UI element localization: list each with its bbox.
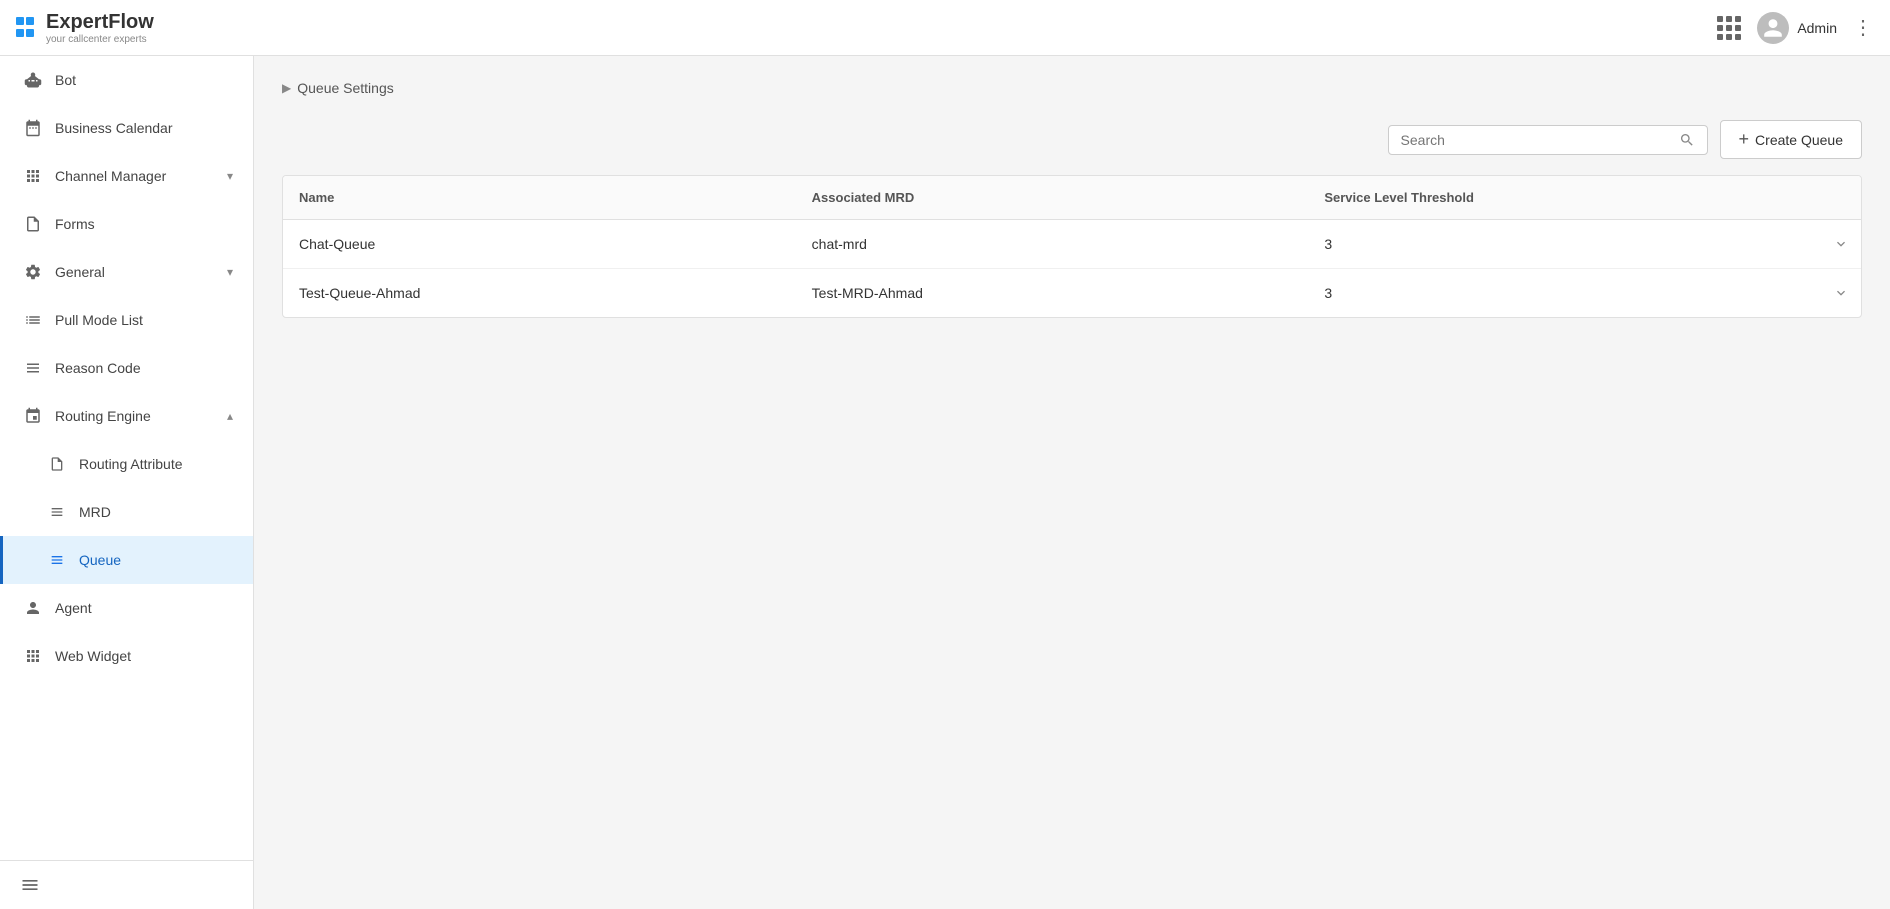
chevron-up-icon: ▴: [227, 409, 233, 423]
cell-name-0: Chat-Queue: [283, 220, 796, 268]
search-box[interactable]: [1388, 125, 1708, 155]
sidebar-item-mrd[interactable]: MRD: [0, 488, 253, 536]
sidebar-bottom-menu[interactable]: [0, 860, 253, 909]
app-header: ExpertFlow your callcenter experts Admin…: [0, 0, 1890, 56]
avatar: [1757, 12, 1789, 44]
plus-icon: +: [1739, 129, 1750, 150]
sidebar-label-routing-engine: Routing Engine: [55, 408, 215, 424]
queue-table: Name Associated MRD Service Level Thresh…: [282, 175, 1862, 318]
web-widget-icon: [23, 646, 43, 666]
main-content: ▶ Queue Settings + Create Queue Name Ass…: [254, 56, 1890, 909]
apps-grid-icon[interactable]: [1717, 16, 1741, 40]
routing-attr-icon: [47, 454, 67, 474]
cell-threshold-0: 3: [1308, 220, 1821, 268]
sidebar-label-pull-mode-list: Pull Mode List: [55, 312, 233, 328]
table-row: Chat-Queue chat-mrd 3: [283, 220, 1861, 269]
sidebar-item-forms[interactable]: Forms: [0, 200, 253, 248]
breadcrumb-current: Queue Settings: [297, 80, 394, 96]
sidebar-label-bot: Bot: [55, 72, 233, 88]
create-queue-button[interactable]: + Create Queue: [1720, 120, 1862, 159]
admin-username: Admin: [1797, 20, 1837, 36]
logo-icon: [16, 17, 38, 39]
table-row: Test-Queue-Ahmad Test-MRD-Ahmad 3: [283, 269, 1861, 317]
channel-icon: [23, 166, 43, 186]
logo-text: ExpertFlow your callcenter experts: [46, 11, 154, 45]
header-right: Admin ⋮: [1717, 12, 1874, 44]
sidebar-label-routing-attribute: Routing Attribute: [79, 456, 233, 472]
logo-tagline: your callcenter experts: [46, 34, 154, 45]
chevron-down-icon: ▾: [227, 265, 233, 279]
chevron-down-icon: ▾: [227, 169, 233, 183]
sidebar-item-reason-code[interactable]: Reason Code: [0, 344, 253, 392]
sidebar-item-routing-engine[interactable]: Routing Engine ▴: [0, 392, 253, 440]
general-icon: [23, 262, 43, 282]
sidebar: Bot Business Calendar Channel Manager ▾ …: [0, 56, 254, 909]
sidebar-label-forms: Forms: [55, 216, 233, 232]
expand-row-1-button[interactable]: [1821, 285, 1861, 301]
cell-mrd-1: Test-MRD-Ahmad: [796, 269, 1309, 317]
sidebar-label-channel-manager: Channel Manager: [55, 168, 215, 184]
col-expand: [1821, 176, 1861, 219]
sidebar-item-pull-mode-list[interactable]: Pull Mode List: [0, 296, 253, 344]
search-input[interactable]: [1401, 132, 1671, 148]
cell-threshold-1: 3: [1308, 269, 1821, 317]
agent-icon: [23, 598, 43, 618]
sidebar-item-routing-attribute[interactable]: Routing Attribute: [0, 440, 253, 488]
toolbar: + Create Queue: [282, 120, 1862, 159]
search-icon: [1679, 132, 1695, 148]
breadcrumb: ▶ Queue Settings: [282, 80, 1862, 96]
more-options-icon[interactable]: ⋮: [1853, 15, 1874, 40]
sidebar-label-web-widget: Web Widget: [55, 648, 233, 664]
logo-brand: ExpertFlow: [46, 11, 154, 34]
sidebar-item-general[interactable]: General ▾: [0, 248, 253, 296]
user-menu[interactable]: Admin: [1757, 12, 1837, 44]
expand-row-0-button[interactable]: [1821, 236, 1861, 252]
forms-icon: [23, 214, 43, 234]
mrd-icon: [47, 502, 67, 522]
sidebar-item-business-calendar[interactable]: Business Calendar: [0, 104, 253, 152]
list-icon: [23, 310, 43, 330]
queue-icon: [47, 550, 67, 570]
col-name: Name: [283, 176, 796, 219]
sidebar-label-reason-code: Reason Code: [55, 360, 233, 376]
breadcrumb-arrow-icon: ▶: [282, 81, 291, 95]
sidebar-label-mrd: MRD: [79, 504, 233, 520]
sidebar-item-channel-manager[interactable]: Channel Manager ▾: [0, 152, 253, 200]
sidebar-label-queue: Queue: [79, 552, 233, 568]
create-queue-label: Create Queue: [1755, 132, 1843, 148]
sidebar-label-business-calendar: Business Calendar: [55, 120, 233, 136]
reason-icon: [23, 358, 43, 378]
cell-mrd-0: chat-mrd: [796, 220, 1309, 268]
bot-icon: [23, 70, 43, 90]
sidebar-item-web-widget[interactable]: Web Widget: [0, 632, 253, 680]
calendar-icon: [23, 118, 43, 138]
col-service-level-threshold: Service Level Threshold: [1308, 176, 1821, 219]
sidebar-item-agent[interactable]: Agent: [0, 584, 253, 632]
sidebar-item-queue[interactable]: Queue: [0, 536, 253, 584]
routing-icon: [23, 406, 43, 426]
sidebar-label-agent: Agent: [55, 600, 233, 616]
cell-name-1: Test-Queue-Ahmad: [283, 269, 796, 317]
sidebar-label-general: General: [55, 264, 215, 280]
sidebar-item-bot[interactable]: Bot: [0, 56, 253, 104]
table-header: Name Associated MRD Service Level Thresh…: [283, 176, 1861, 220]
logo: ExpertFlow your callcenter experts: [16, 11, 154, 45]
col-associated-mrd: Associated MRD: [796, 176, 1309, 219]
